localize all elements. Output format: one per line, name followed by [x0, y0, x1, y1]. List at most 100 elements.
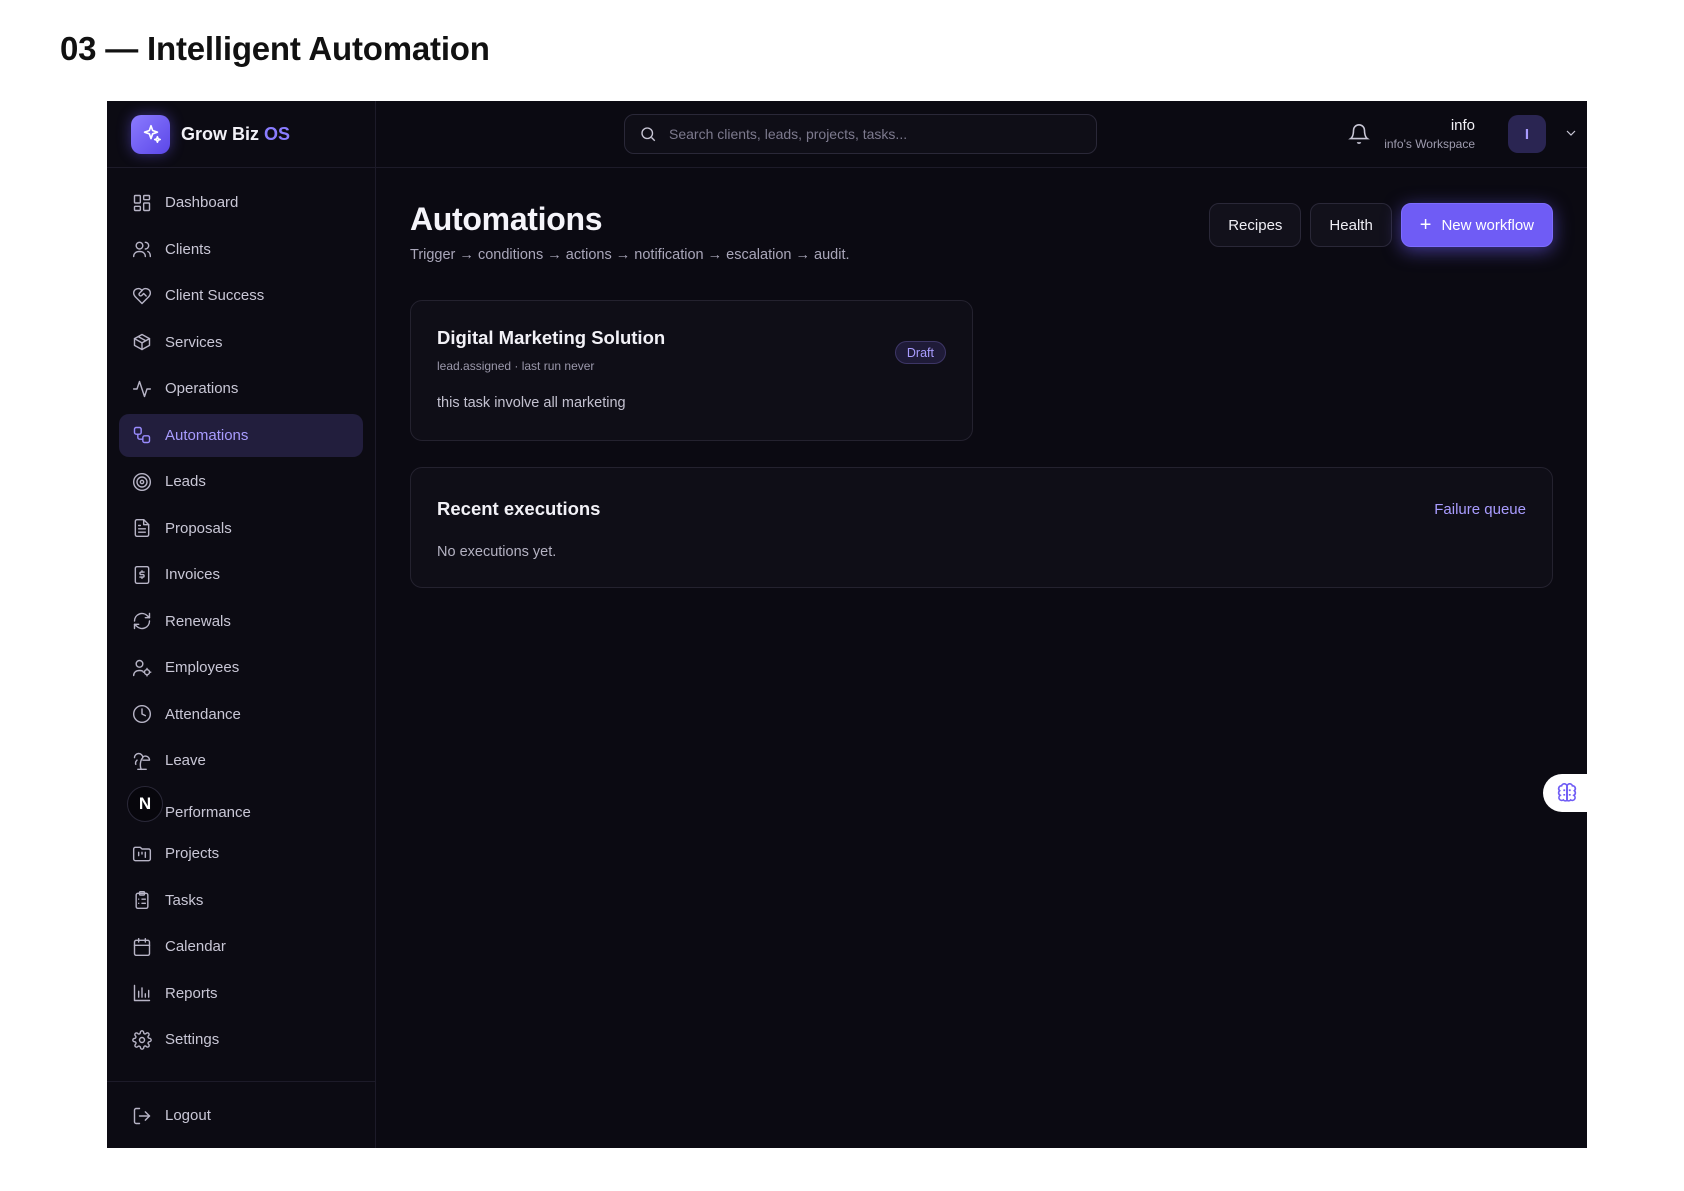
executions-empty-state: No executions yet. [437, 544, 557, 560]
plus-icon: + [1419, 214, 1432, 236]
sidebar-item-settings[interactable]: Settings [119, 1018, 363, 1061]
sidebar-item-tasks[interactable]: Tasks [119, 879, 363, 922]
sidebar-item-label: Automations [165, 426, 249, 444]
content-area: Automations Trigger → conditions → actio… [410, 201, 1553, 588]
sidebar-item-label: Attendance [165, 705, 241, 723]
chevron-down-icon [1566, 130, 1576, 136]
sparkles-icon [131, 114, 170, 154]
brand-name: Grow Biz OS [181, 123, 291, 144]
user-cog-icon [131, 657, 153, 679]
sidebar-item-operations[interactable]: Operations [119, 367, 363, 410]
sidebar-nav: Dashboard Clients Client Success Service… [107, 168, 375, 1081]
bell-icon [1348, 124, 1370, 144]
clipboard-list-icon [131, 889, 153, 911]
workflow-card[interactable]: Digital Marketing Solution lead.assigned… [410, 300, 973, 441]
sidebar-item-label: Reports [165, 984, 218, 1002]
brain-icon [1557, 783, 1577, 802]
sidebar-item-services[interactable]: Services [119, 321, 363, 364]
sidebar-item-label: Clients [165, 240, 211, 258]
sidebar-item-client-success[interactable]: Client Success [119, 274, 363, 317]
sidebar-item-attendance[interactable]: Attendance [119, 693, 363, 736]
sidebar-item-label: Leave [165, 752, 206, 769]
sidebar-item-label: Invoices [165, 566, 221, 583]
log-out-icon [131, 1105, 153, 1127]
file-text-icon [131, 517, 153, 539]
grid-icon [131, 192, 153, 214]
sidebar-item-label: Projects [165, 845, 220, 862]
sidebar-item-label: Proposals [165, 519, 232, 537]
sidebar-item-label: Operations [165, 380, 239, 397]
ai-assistant-button[interactable] [1543, 774, 1587, 812]
heart-handshake-icon [131, 285, 153, 307]
sidebar-item-renewals[interactable]: Renewals [119, 600, 363, 643]
palm-tree-icon [131, 750, 153, 772]
status-badge: Draft [894, 341, 946, 364]
user-info[interactable]: info info's Workspace [1384, 117, 1475, 151]
main-panel: info info's Workspace I Automations Trig… [376, 101, 1587, 1148]
sidebar-item-label: Tasks [165, 891, 204, 909]
sidebar-item-label: Settings [165, 1031, 220, 1048]
sidebar-item-dashboard[interactable]: Dashboard [119, 181, 363, 224]
sidebar-item-clients[interactable]: Clients [119, 228, 363, 271]
receipt-dollar-icon [131, 564, 153, 586]
search-input[interactable] [669, 126, 1069, 142]
logout-button[interactable]: Logout [119, 1094, 363, 1137]
bar-chart-icon [131, 982, 153, 1004]
workflow-title: Digital Marketing Solution [437, 327, 666, 348]
brand[interactable]: Grow Biz OS [107, 101, 375, 168]
workspace-name: info's Workspace [1384, 137, 1475, 151]
health-button[interactable]: Health [1310, 203, 1392, 247]
refresh-icon [131, 610, 153, 632]
recipes-button[interactable]: Recipes [1209, 203, 1302, 247]
sidebar-item-leads[interactable]: Leads [119, 460, 363, 503]
search-icon [641, 127, 656, 142]
activity-icon [131, 378, 153, 400]
package-icon [131, 331, 153, 353]
clock-icon [131, 703, 153, 725]
calendar-icon [131, 936, 153, 958]
logout-label: Logout [165, 1107, 211, 1124]
sidebar-item-employees[interactable]: Employees [119, 646, 363, 689]
sidebar-footer: Logout [107, 1081, 375, 1148]
notifications-button[interactable] [1348, 123, 1372, 147]
avatar[interactable]: I [1508, 115, 1546, 153]
new-workflow-label: New workflow [1441, 216, 1534, 234]
sidebar-item-label: Calendar [165, 938, 226, 955]
new-workflow-button[interactable]: + New workflow [1400, 203, 1553, 247]
sidebar-item-calendar[interactable]: Calendar [119, 925, 363, 968]
workflow-meta: lead.assigned · last run never [437, 359, 595, 373]
topbar: info info's Workspace I [376, 101, 1587, 168]
user-name: info [1450, 117, 1475, 134]
sidebar-item-proposals[interactable]: Proposals [119, 507, 363, 550]
sidebar-item-label: Dashboard [165, 194, 239, 211]
page-heading: 03 — Intelligent Automation [60, 30, 490, 67]
app-window: Grow Biz OS Dashboard Clients Client Succ… [107, 101, 1587, 1148]
recent-executions-panel: Recent executions Failure queue No execu… [410, 467, 1553, 588]
sidebar-item-label: Employees [165, 659, 240, 676]
failure-queue-link[interactable]: Failure queue [1434, 501, 1526, 518]
sidebar-item-invoices[interactable]: Invoices [119, 553, 363, 596]
sidebar: Grow Biz OS Dashboard Clients Client Succ… [107, 101, 376, 1148]
sidebar-item-reports[interactable]: Reports [119, 972, 363, 1015]
folder-kanban-icon [131, 843, 153, 865]
sidebar-item-label: Client Success [165, 287, 265, 304]
search-box[interactable] [624, 114, 1097, 154]
sidebar-item-automations[interactable]: Automations [119, 413, 363, 457]
sidebar-item-label: Renewals [165, 612, 231, 630]
sidebar-item-leave[interactable]: Leave [119, 739, 363, 782]
n-badge-icon[interactable]: N [127, 785, 163, 822]
sidebar-item-projects[interactable]: Projects [119, 832, 363, 875]
sidebar-item-label: Performance [165, 803, 251, 821]
users-icon [131, 238, 153, 260]
sidebar-item-label: Leads [165, 473, 206, 490]
target-icon [131, 471, 153, 493]
header-actions: Recipes Health + New workflow [1209, 203, 1553, 247]
workflow-description: this task involve all marketing [437, 395, 626, 411]
workflow-icon [131, 424, 153, 446]
account-menu-toggle[interactable] [1563, 125, 1579, 141]
executions-title: Recent executions [437, 498, 601, 519]
page-subtitle: Trigger → conditions → actions → notific… [410, 247, 850, 263]
settings-icon [131, 1029, 153, 1051]
sidebar-item-performance[interactable]: N Performance [119, 785, 363, 829]
sidebar-item-label: Services [165, 333, 223, 351]
